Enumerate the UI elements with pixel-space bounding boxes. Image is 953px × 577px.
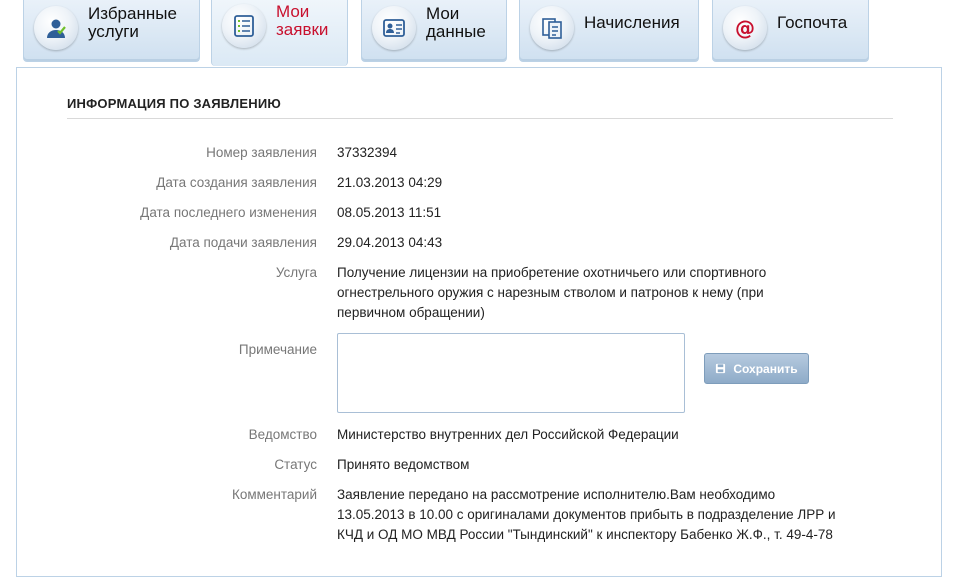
service-value: Получение лицензии на приобретение охотн… [337,265,767,320]
tab-my-requests[interactable]: Мои заявки [211,0,348,66]
tab-my-data[interactable]: Мои данные [361,0,507,62]
my-requests-icon [222,4,266,48]
tab-label: Избранные услуги [88,4,177,41]
modified-date-value: 08.05.2013 11:51 [337,205,442,220]
gov-mail-icon: @ [723,6,767,50]
note-textarea[interactable] [337,333,685,413]
field-label: Дата последнего изменения [140,205,317,220]
agency-value: Министерство внутренних дел Российской Ф… [337,427,679,442]
save-icon [716,363,726,374]
field-label: Статус [274,457,317,472]
save-button[interactable]: Сохранить [704,353,809,384]
tab-label: Госпочта [777,13,848,32]
main-tab-bar: Избранные услуги Мои заявки Мои данные Н… [0,0,953,70]
section-title: ИНФОРМАЦИЯ ПО ЗАЯВЛЕНИЮ [67,96,893,119]
comment-value: Заявление передано на рассмотрение испол… [337,487,836,542]
field-label: Номер заявления [206,145,317,160]
charges-icon [530,6,574,50]
submitted-date-value: 29.04.2013 04:43 [337,235,443,250]
tab-charges[interactable]: Начисления [519,0,699,62]
request-number-value: 37332394 [337,145,398,160]
my-data-icon [372,6,416,50]
field-label: Ведомство [248,427,317,442]
field-label: Услуга [275,265,317,280]
tab-gov-mail[interactable]: @ Госпочта [712,0,869,62]
tab-label: Начисления [584,13,680,32]
field-label: Дата подачи заявления [169,235,317,250]
save-button-label: Сохранить [733,361,798,376]
field-label: Комментарий [231,487,317,502]
svg-text:@: @ [735,16,755,40]
tab-label: Мои заявки [276,2,329,39]
field-label: Примечание [238,342,317,357]
tab-label: Мои данные [426,4,486,41]
request-info-panel: ИНФОРМАЦИЯ ПО ЗАЯВЛЕНИЮ Номер заявления … [16,67,942,577]
favorite-services-icon [34,6,78,50]
created-date-value: 21.03.2013 04:29 [337,175,443,190]
field-label: Дата создания заявления [156,175,317,190]
status-value: Принято ведомством [337,457,470,472]
tab-favorite-services[interactable]: Избранные услуги [23,0,200,62]
